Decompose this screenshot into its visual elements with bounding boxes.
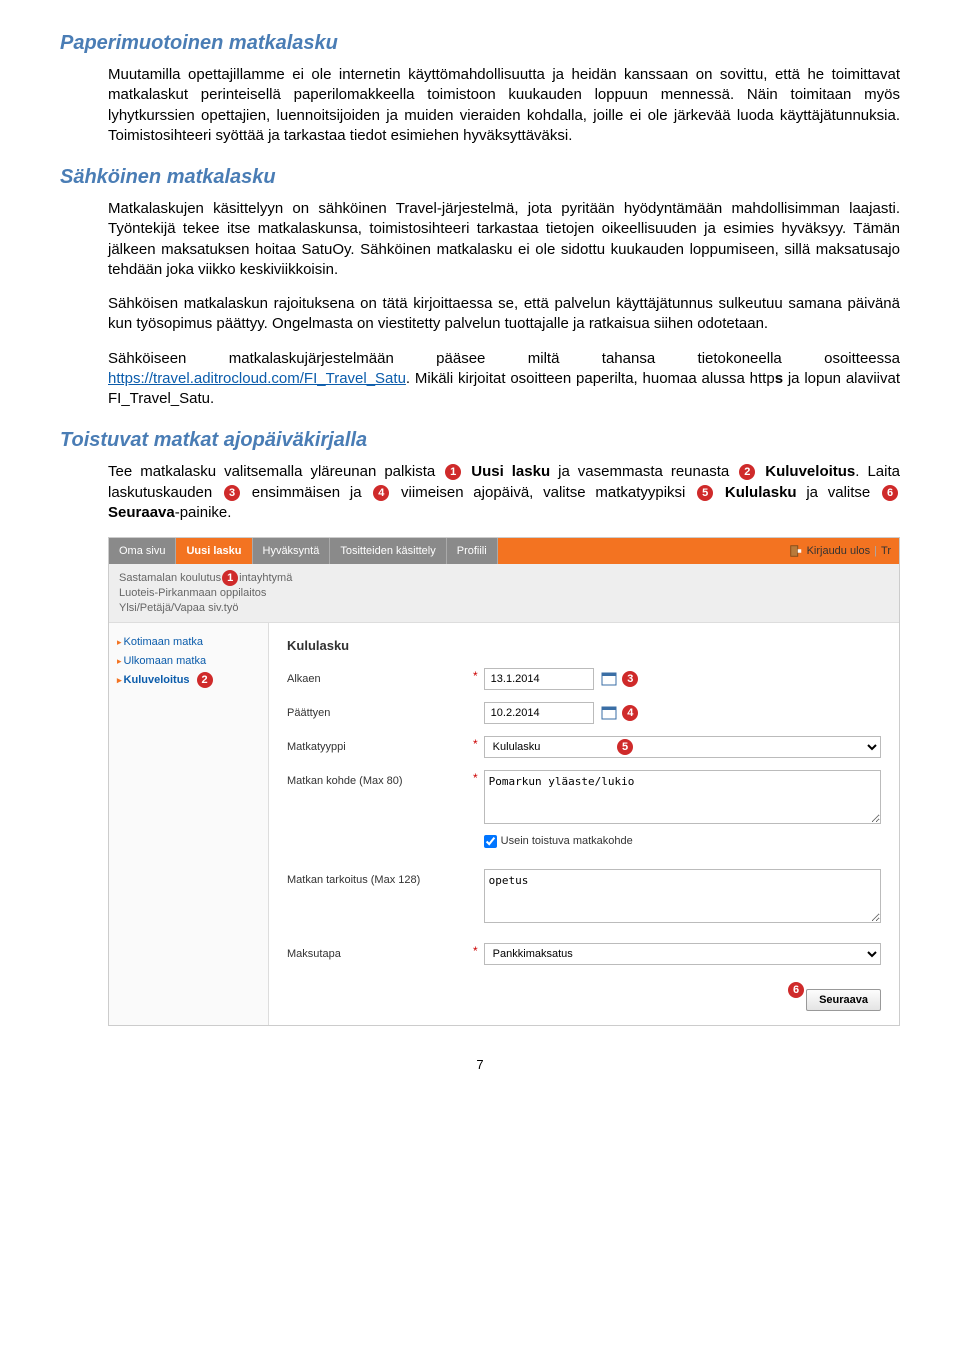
calendar-icon[interactable] xyxy=(601,671,617,687)
travel-url-link[interactable]: https://travel.aditrocloud.com/FI_Travel… xyxy=(108,370,406,387)
logout-link[interactable]: Kirjaudu ulos xyxy=(807,544,871,559)
select-maksutapa[interactable]: Pankkimaksatus xyxy=(484,943,881,965)
callout-3: 3 xyxy=(224,485,240,501)
page-number: 7 xyxy=(60,1056,900,1074)
input-alkaen[interactable] xyxy=(484,668,594,690)
callout-1: 1 xyxy=(445,464,461,480)
sidebar: ▸Kotimaan matka ▸Ulkomaan matka ▸Kuluvel… xyxy=(109,623,269,1026)
heading-toistuvat: Toistuvat matkat ajopäiväkirjalla xyxy=(60,427,900,454)
screenshot-mock: Oma sivu Uusi lasku Hyväksyntä Tositteid… xyxy=(108,537,900,1026)
para-4: Sähköiseen matkalaskujärjestelmään pääse… xyxy=(108,349,900,410)
tab-uusi-lasku[interactable]: Uusi lasku xyxy=(176,538,252,564)
tab-oma-sivu[interactable]: Oma sivu xyxy=(109,538,176,564)
mock-topbar: Oma sivu Uusi lasku Hyväksyntä Tositteid… xyxy=(109,538,899,564)
label-toistuva: Usein toistuva matkakohde xyxy=(501,834,633,849)
label-paattyen: Päättyen xyxy=(287,707,330,719)
form-title: Kululasku xyxy=(287,637,881,655)
para-2: Matkalaskujen käsittelyyn on sähköinen T… xyxy=(108,199,900,280)
heading-paperimuotoinen: Paperimuotoinen matkalasku xyxy=(60,30,900,57)
label-alkaen: Alkaen xyxy=(287,673,321,685)
heading-sahkoinen: Sähköinen matkalasku xyxy=(60,164,900,191)
mock-callout-1: 1 xyxy=(222,570,238,586)
select-matkatyyppi[interactable]: Kululasku xyxy=(484,736,881,758)
label-tarkoitus: Matkan tarkoitus (Max 128) xyxy=(287,874,420,886)
sidebar-item-kotimaan[interactable]: ▸Kotimaan matka xyxy=(117,633,260,652)
checkbox-toistuva[interactable] xyxy=(484,835,497,848)
para-5: Tee matkalasku valitsemalla yläreunan pa… xyxy=(108,462,900,523)
tab-hyvaksynta[interactable]: Hyväksyntä xyxy=(253,538,331,564)
label-kohde: Matkan kohde (Max 80) xyxy=(287,775,403,787)
callout-5: 5 xyxy=(697,485,713,501)
label-matkatyyppi: Matkatyyppi xyxy=(287,741,346,753)
mock-subheader: Sastamalan koulutus1intayhtymä Luoteis-P… xyxy=(109,564,899,623)
mock-callout-3: 3 xyxy=(622,671,638,687)
textarea-kohde[interactable]: Pomarkun yläaste/lukio xyxy=(484,770,881,824)
mock-form: Kululasku Alkaen * 3 Päättyen * xyxy=(269,623,899,1026)
para-3: Sähköisen matkalaskun rajoituksena on tä… xyxy=(108,294,900,335)
tab-profiili[interactable]: Profiili xyxy=(447,538,498,564)
tab-tositteiden[interactable]: Tositteiden käsittely xyxy=(330,538,446,564)
calendar-icon[interactable] xyxy=(601,705,617,721)
mock-callout-2: 2 xyxy=(197,672,213,688)
sidebar-item-ulkomaan[interactable]: ▸Ulkomaan matka xyxy=(117,652,260,671)
seuraava-button[interactable]: Seuraava xyxy=(806,989,881,1011)
callout-4: 4 xyxy=(373,485,389,501)
input-paattyen[interactable] xyxy=(484,702,594,724)
mock-callout-6: 6 xyxy=(788,982,804,998)
mock-callout-4: 4 xyxy=(622,705,638,721)
callout-6: 6 xyxy=(882,485,898,501)
label-maksutapa: Maksutapa xyxy=(287,948,341,960)
textarea-tarkoitus[interactable]: opetus xyxy=(484,869,881,923)
logout-icon xyxy=(789,544,803,558)
callout-2: 2 xyxy=(739,464,755,480)
para-1: Muutamilla opettajillamme ei ole interne… xyxy=(108,65,900,146)
tr-label: Tr xyxy=(881,544,891,559)
sidebar-item-kuluveloitus[interactable]: ▸Kuluveloitus 2 xyxy=(117,670,260,690)
